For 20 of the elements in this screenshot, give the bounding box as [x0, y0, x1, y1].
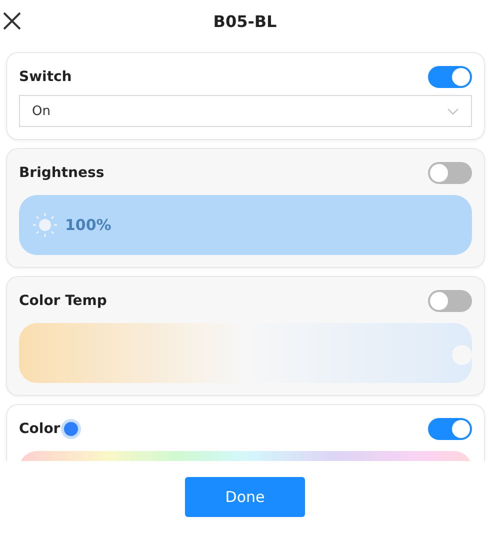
- color-temperature-slider[interactable]: [19, 323, 472, 383]
- window-title: B05-BL: [213, 12, 277, 30]
- section-title: Switch: [19, 69, 72, 85]
- toggle-switch[interactable]: [428, 66, 472, 88]
- section-title: Brightness: [19, 165, 104, 181]
- color-swatch[interactable]: [64, 422, 78, 436]
- toggle-switch[interactable]: [428, 162, 472, 184]
- section-title: Color: [19, 421, 60, 437]
- toggle-switch[interactable]: [428, 290, 472, 312]
- dropdown[interactable]: On: [19, 95, 472, 127]
- chevron-down-icon: [447, 108, 459, 114]
- close-button[interactable]: [2, 11, 22, 31]
- slider-thumb[interactable]: [452, 345, 472, 365]
- section-title: Color Temp: [19, 293, 107, 309]
- sun-icon: [33, 213, 57, 237]
- brightness-value: 100%: [65, 216, 112, 234]
- close-icon: [2, 11, 22, 31]
- brightness-slider[interactable]: 100%: [19, 195, 472, 255]
- done-button[interactable]: Done: [185, 477, 305, 517]
- toggle-switch[interactable]: [428, 418, 472, 440]
